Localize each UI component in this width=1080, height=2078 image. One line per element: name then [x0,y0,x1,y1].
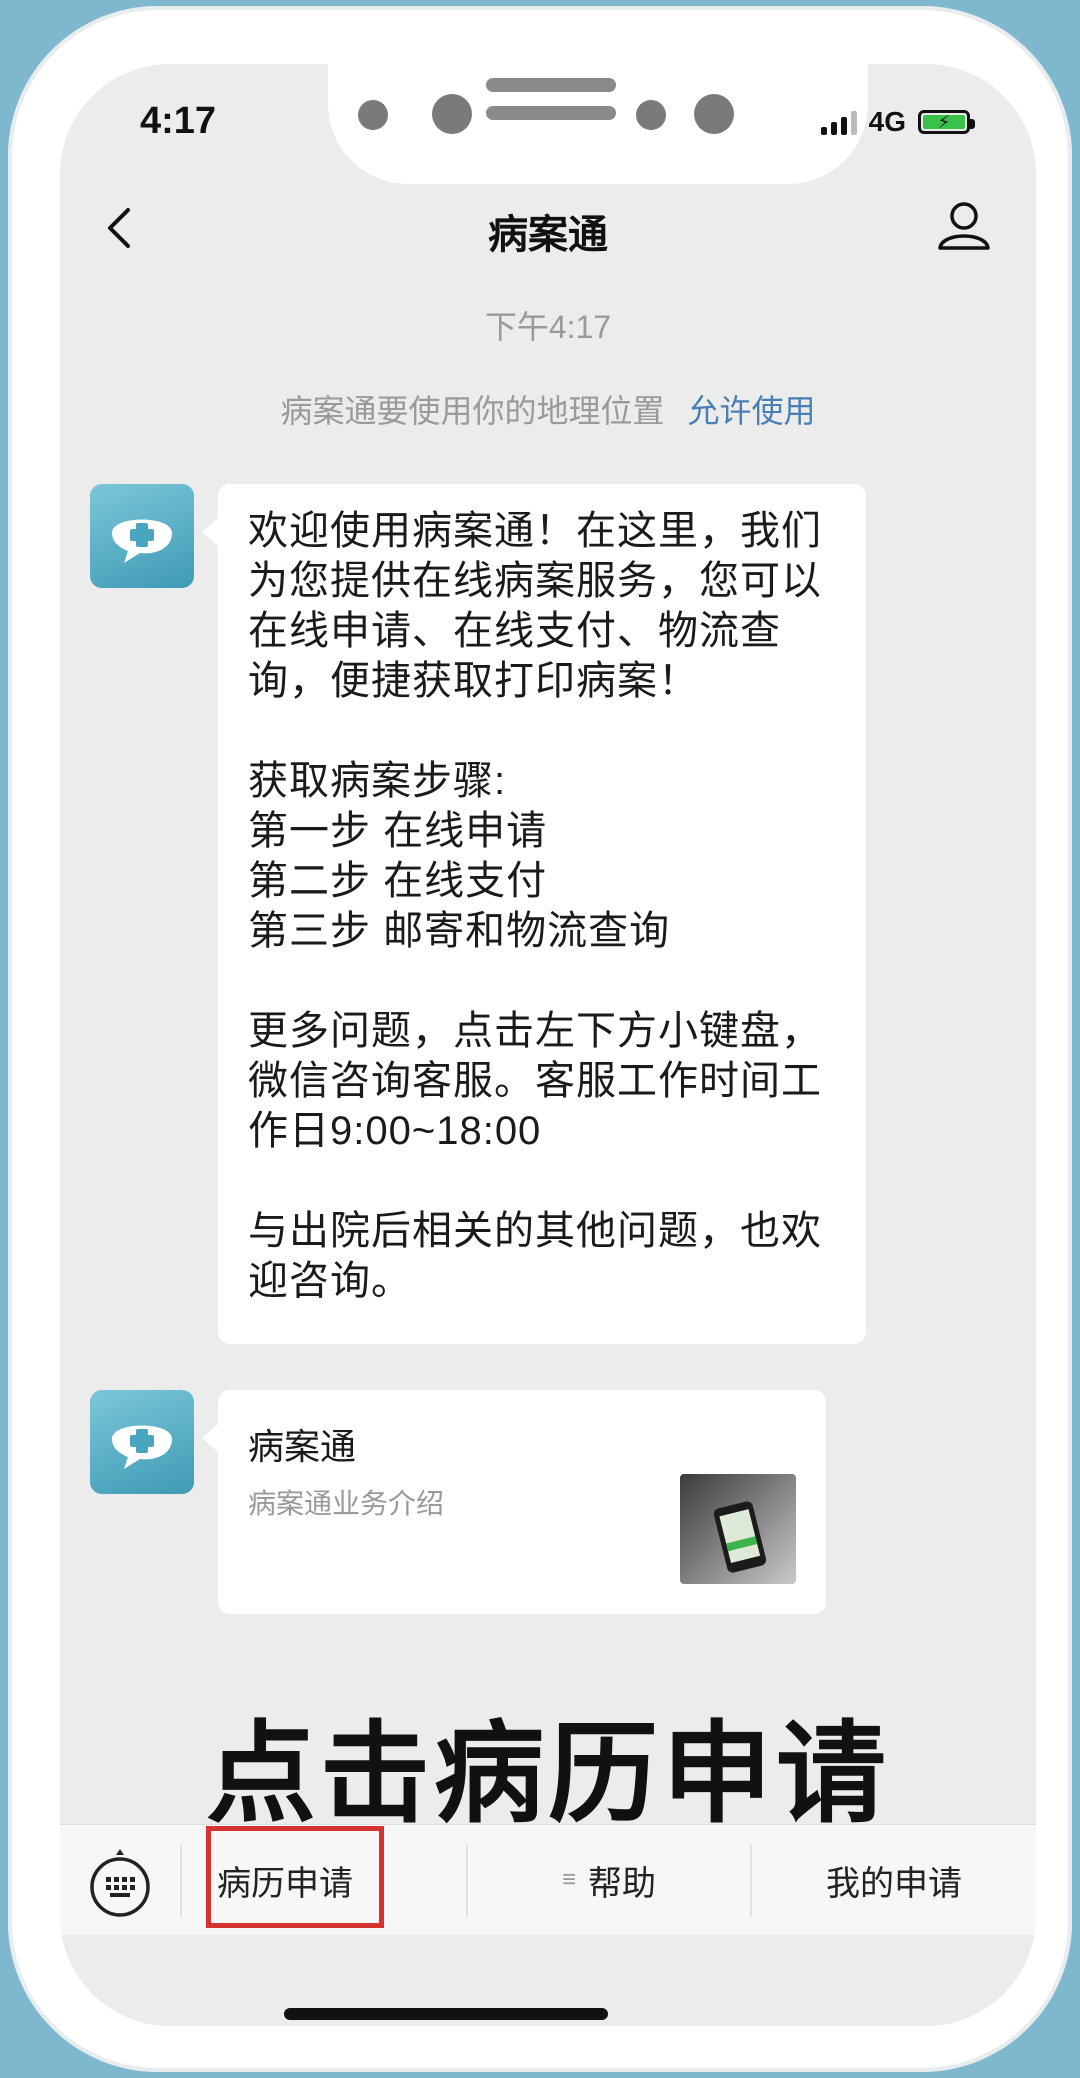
signal-icon [820,109,857,135]
nav-bar: 病案通 [60,184,1036,284]
camera-dot [694,94,734,134]
location-notice: 病案通要使用你的地理位置 允许使用 [60,386,1036,432]
instruction-caption: 点击病历申请 [206,1713,890,1836]
welcome-message-text: 欢迎使用病案通！在这里，我们为您提供在线病案服务，您可以在线申请、在线支付、物流… [248,509,822,1303]
bot-avatar[interactable] [90,1390,194,1494]
page-title: 病案通 [488,213,608,257]
chat-plus-icon [112,519,172,563]
menu-item-help[interactable]: ≡ 帮助 [468,1825,750,1935]
welcome-message-bubble: 欢迎使用病案通！在这里，我们为您提供在线病案服务，您可以在线申请、在线支付、物流… [202,484,866,1344]
profile-icon[interactable] [932,194,996,258]
speaker-slit [486,78,616,92]
menu-list-icon: ≡ [561,1866,576,1893]
home-indicator [284,2008,608,2020]
chat-plus-icon [112,1425,172,1469]
chat-timestamp: 下午4:17 [484,309,612,345]
card-title: 病案通 [248,1426,357,1467]
menu-item-my-applications[interactable]: 我的申请 [752,1825,1036,1935]
allow-location-link[interactable]: 允许使用 [687,393,815,429]
sensor-dot [358,100,388,130]
network-label: 4G [868,106,906,137]
camera-dot [432,94,472,134]
sensor-dot [636,100,666,130]
status-icons: 4G ⚡ [820,106,975,138]
keyboard-icon[interactable] [84,1847,156,1919]
status-time: 4:17 [140,100,217,142]
bot-avatar[interactable] [90,484,194,588]
screen: 4:17 4G ⚡ 病案通 下午4:17 病案通要使用你的地理位置 允许使用 欢… [60,64,1036,2026]
highlight-box [206,1826,384,1928]
location-notice-text: 病案通要使用你的地理位置 [280,393,665,429]
intro-card[interactable]: 病案通 病案通业务介绍 [202,1390,826,1614]
speaker-slit [486,106,616,120]
menu-item-label: 我的申请 [826,1864,962,1903]
card-thumbnail [680,1474,796,1584]
phone-frame: 4:17 4G ⚡ 病案通 下午4:17 病案通要使用你的地理位置 允许使用 欢… [8,6,1072,2072]
menu-item-label: 帮助 [588,1864,656,1903]
notch [328,64,868,184]
battery-icon: ⚡ [918,110,975,134]
